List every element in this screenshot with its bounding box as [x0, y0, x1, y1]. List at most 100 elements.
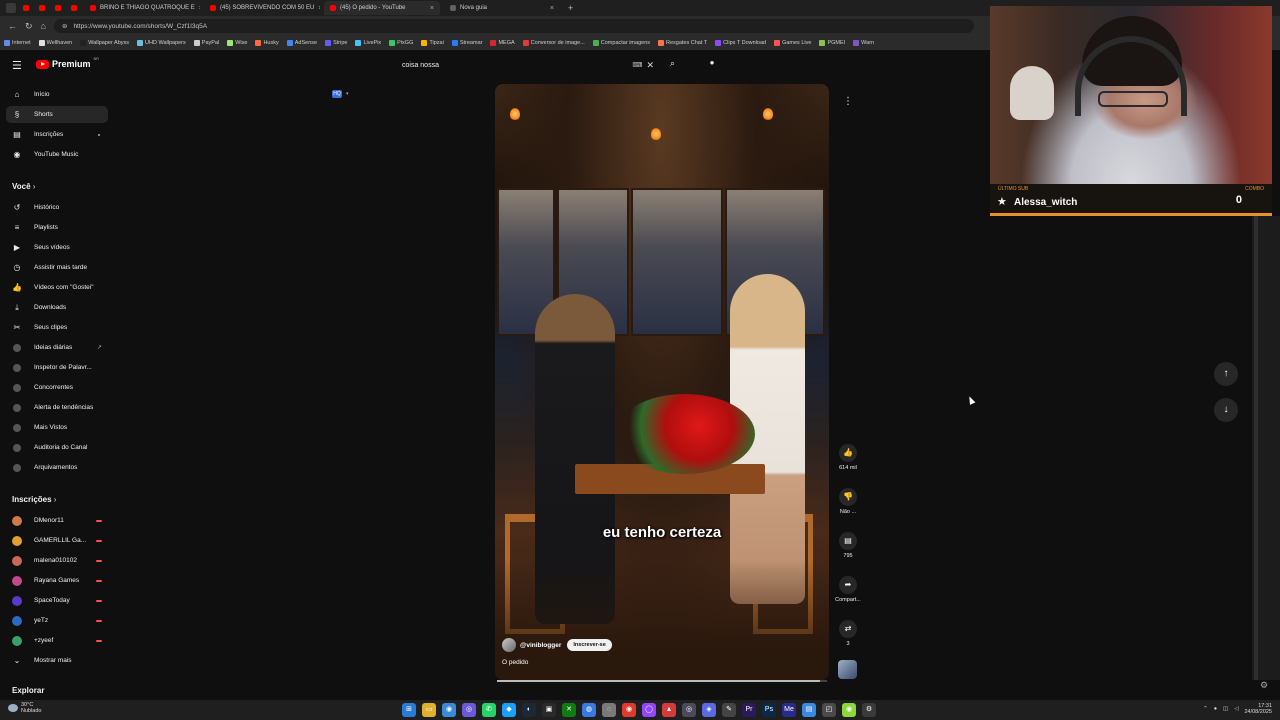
bookmark-item[interactable]: Tipzai: [421, 40, 444, 46]
section-heading-voce[interactable]: Você ›: [12, 182, 35, 191]
taskbar-app-icon[interactable]: ◉: [442, 703, 456, 717]
tab-close-icon[interactable]: ×: [318, 5, 320, 12]
bookmark-item[interactable]: AdSense: [286, 40, 317, 46]
window-menu-button[interactable]: [6, 3, 16, 13]
subscribe-button[interactable]: Inscrever-se: [567, 639, 612, 651]
tab-close-icon[interactable]: ×: [550, 5, 554, 12]
sidebar-item[interactable]: Rayana Games: [6, 572, 108, 589]
bookmark-item[interactable]: PixGG: [389, 40, 413, 46]
sidebar-item[interactable]: Ideias diárias ↗: [6, 339, 108, 356]
bookmark-item[interactable]: Compactar imagens: [592, 40, 650, 46]
keyboard-icon[interactable]: ⌨: [632, 61, 642, 69]
clear-search-icon[interactable]: ✕: [646, 60, 654, 71]
taskbar-app-icon[interactable]: ✕: [562, 703, 576, 717]
bookmark-item[interactable]: Resgates Chat T: [658, 40, 707, 46]
search-input[interactable]: coisa nossa: [402, 62, 439, 69]
taskbar-app-icon[interactable]: ◐: [522, 703, 536, 717]
bookmark-item[interactable]: UHD Wallpapers: [137, 40, 186, 46]
home-icon[interactable]: ⌂: [41, 21, 46, 31]
bookmark-item[interactable]: Games Live: [774, 40, 811, 46]
back-icon[interactable]: ←: [8, 21, 17, 31]
bookmark-item[interactable]: Wise: [227, 40, 247, 46]
bookmark-item[interactable]: Warn: [853, 40, 874, 46]
site-info-icon[interactable]: ⊜: [62, 22, 67, 30]
bookmark-item[interactable]: Internet: [4, 40, 31, 46]
reload-icon[interactable]: ↻: [25, 21, 33, 32]
bookmark-item[interactable]: Conversor de image...: [522, 40, 585, 46]
sidebar-item[interactable]: Mais Vistos: [6, 419, 108, 436]
sidebar-item[interactable]: ✂ Seus clipes: [6, 319, 108, 336]
share-button[interactable]: ➦ Compart...: [830, 576, 866, 603]
search-box[interactable]: coisa nossa ⌨ ✕: [396, 57, 664, 73]
new-tab-button[interactable]: +: [568, 3, 573, 13]
sidebar-item[interactable]: ◉ YouTube Music: [6, 146, 108, 163]
more-options-icon[interactable]: ⋮: [842, 96, 854, 107]
taskbar-app-icon[interactable]: ▣: [542, 703, 556, 717]
sidebar-item[interactable]: malena010102: [6, 552, 108, 569]
menu-icon[interactable]: ☰: [12, 59, 22, 72]
sidebar-item[interactable]: ≡ Playlists: [6, 219, 108, 236]
sidebar-item[interactable]: ⌂ Início: [6, 86, 108, 103]
network-icon[interactable]: ◫: [1223, 706, 1228, 712]
section-heading-inscricoes[interactable]: Inscrições ›: [12, 495, 56, 504]
sidebar-item[interactable]: Inspetor de Palavr...: [6, 359, 108, 376]
taskbar-app-icon[interactable]: ◯: [642, 703, 656, 717]
bookmark-item[interactable]: Clips T Download: [715, 40, 766, 46]
browser-tab[interactable]: [52, 1, 64, 15]
search-button[interactable]: ⌕: [670, 58, 675, 69]
sidebar-item[interactable]: Alerta de tendências: [6, 399, 108, 416]
sidebar-item[interactable]: ↺ Histórico: [6, 199, 108, 216]
bookmark-item[interactable]: PayPal: [193, 40, 219, 46]
taskbar-app-icon[interactable]: ◎: [682, 703, 696, 717]
volume-icon[interactable]: ◁: [1234, 706, 1238, 712]
taskbar-app-icon[interactable]: ▭: [422, 703, 436, 717]
taskbar-app-icon[interactable]: ⚙: [862, 703, 876, 717]
chevron-up-icon[interactable]: ⌃: [1203, 706, 1208, 712]
bookmark-item[interactable]: Streamar: [451, 40, 482, 46]
taskbar-app-icon[interactable]: ◉: [842, 703, 856, 717]
sound-thumbnail[interactable]: [838, 660, 857, 679]
sidebar-item[interactable]: Concorrentes: [6, 379, 108, 396]
browser-tab[interactable]: BRINO E THIAGO QUATROQUE E ×: [84, 1, 200, 15]
remix-button[interactable]: ⇄ 3: [830, 620, 866, 647]
taskbar-app-icon[interactable]: Pr: [742, 703, 756, 717]
dislike-button[interactable]: 👎 Não ...: [830, 488, 866, 515]
browser-tab[interactable]: [68, 1, 80, 15]
next-short-button[interactable]: ↓: [1214, 398, 1238, 422]
scrollbar-thumb[interactable]: [1254, 216, 1258, 680]
browser-tab[interactable]: (45) O pedido - YouTube ×: [324, 1, 440, 15]
taskbar-app-icon[interactable]: ✆: [482, 703, 496, 717]
taskbar-app-icon[interactable]: ◉: [622, 703, 636, 717]
taskbar-app-icon[interactable]: ◰: [822, 703, 836, 717]
show-more-button[interactable]: ⌄ Mostrar mais: [6, 652, 108, 669]
like-button[interactable]: 👍 614 mil: [830, 444, 866, 471]
short-video-player[interactable]: eu tenho certeza @viniblogger Inscrever-…: [495, 84, 829, 680]
taskbar-app-icon[interactable]: ▤: [802, 703, 816, 717]
channel-avatar[interactable]: [502, 638, 516, 652]
sidebar-item[interactable]: DMenor11: [6, 512, 108, 529]
comments-button[interactable]: ▤ 795: [830, 532, 866, 559]
browser-tab[interactable]: [20, 1, 32, 15]
sidebar-item[interactable]: ▤ Inscrições: [6, 126, 108, 143]
bookmark-item[interactable]: PGMEI: [819, 40, 845, 46]
sidebar-item[interactable]: ◷ Assistir mais tarde: [6, 259, 108, 276]
browser-tab[interactable]: [36, 1, 48, 15]
taskbar-app-icon[interactable]: Me: [782, 703, 796, 717]
sidebar-item[interactable]: GAMERLLIL Ga...: [6, 532, 108, 549]
bookmark-item[interactable]: LivePix: [355, 40, 381, 46]
weather-widget[interactable]: 30°C Nublado: [8, 702, 42, 714]
taskbar-app-icon[interactable]: ◍: [582, 703, 596, 717]
youtube-premium-logo[interactable]: Premium BR: [36, 56, 99, 69]
gear-icon[interactable]: ⚙: [1260, 680, 1268, 691]
voice-search-icon[interactable]: ●: [706, 58, 718, 72]
browser-tab[interactable]: (45) SOBREVIVENDO COM 50 EU×: [204, 1, 320, 15]
quality-button[interactable]: HQ ▾: [332, 90, 349, 98]
browser-tab[interactable]: Nova guia ×: [444, 1, 560, 15]
sidebar-item[interactable]: 👍 Vídeos com "Gostei": [6, 279, 108, 296]
sidebar-item[interactable]: +zyeef: [6, 632, 108, 649]
mic-tray-icon[interactable]: ●: [1214, 706, 1217, 712]
sidebar-item[interactable]: § Shorts: [6, 106, 108, 123]
clock[interactable]: 17:31 24/08/2025: [1244, 703, 1272, 715]
taskbar-app-icon[interactable]: ▲: [662, 703, 676, 717]
bookmark-item[interactable]: Husky: [255, 40, 279, 46]
